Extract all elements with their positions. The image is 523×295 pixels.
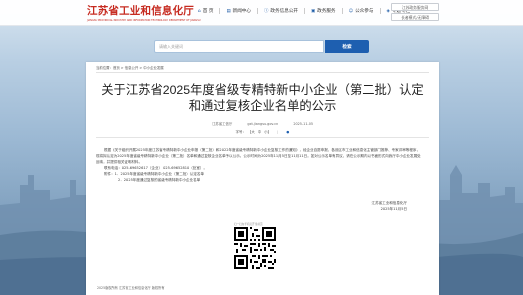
footer-copyright: 2025版权所有 江苏省工业和信息化厅 版权所有 <box>97 286 165 290</box>
signature-block: 江苏省工业和信息化厅 2025年11月5日 <box>372 200 407 212</box>
nav-item-news[interactable]: ▤ 新闻中心 <box>226 8 251 15</box>
nav-item-home[interactable]: ⌂ 首 页 <box>198 8 214 15</box>
search-button[interactable]: 检索 <box>325 40 369 53</box>
font-row-separator: | <box>277 130 279 134</box>
header-buttons: 江苏政务服务网 长者模式/无障碍 <box>391 3 439 23</box>
font-size-label: 字号： <box>235 130 246 134</box>
article-body: 根据《关于组织开展2025年度江苏省专精特新中小企业申报（第二批）和2022年度… <box>96 147 423 184</box>
people-icon: ☺ <box>348 8 354 14</box>
meta-divider <box>96 137 429 138</box>
article-title: 关于江苏省2025年度省级专精特新中小企业（第二批）认定和通过复核企业名单的公示 <box>101 83 424 113</box>
info-icon: ⓘ <box>264 9 269 14</box>
news-icon: ▤ <box>226 8 231 14</box>
article-email: gxt.jiangsu.gov.cn <box>247 122 279 126</box>
main-nav: ⌂ 首 页 ▤ 新闻中心 ⓘ 政务信息公开 ▣ 政务服务 ☺ 公众参与 ◈ 专题… <box>198 8 410 14</box>
nav-divider <box>257 8 258 14</box>
logo-title: 江苏省工业和信息化厅 <box>87 5 194 17</box>
nav-item-info[interactable]: ⓘ 政务信息公开 <box>264 8 298 14</box>
breadcrumb-path[interactable]: 首页 > 信息公开 > 中小企业发展 <box>113 66 164 70</box>
nav-divider <box>303 8 305 14</box>
nav-item-service[interactable]: ▣ 政务服务 <box>310 8 336 15</box>
nav-label: 政务信息公开 <box>270 9 298 14</box>
nav-item-participation[interactable]: ☺ 公众参与 <box>348 8 374 15</box>
qr-caption: 扫一扫在手机打开当前页 <box>234 223 263 226</box>
logo-subtitle: JIANGSU PROVINCIAL INDUSTRY AND INFORMAT… <box>87 19 201 22</box>
share-icon[interactable]: ● <box>286 130 289 134</box>
site-logo[interactable]: 江苏省工业和信息化厅 JIANGSU PROVINCIAL INDUSTRY A… <box>87 3 207 22</box>
font-size-medium[interactable]: 中 <box>258 129 261 134</box>
font-size-switcher: 字号： 【大 中 小】 | ● <box>86 129 439 134</box>
body-paragraph: 根据《关于组织开展2025年度江苏省专精特新中小企业申报（第二批）和2022年度… <box>96 148 421 165</box>
gov-service-button[interactable]: 江苏政务服务网 <box>391 3 439 11</box>
breadcrumb: 当前位置：首页 > 信息公开 > 中小企业发展 <box>96 65 164 70</box>
service-icon: ▣ <box>310 8 316 14</box>
topic-icon: ◈ <box>386 8 390 14</box>
nav-label: 新闻中心 <box>232 9 251 14</box>
home-icon: ⌂ <box>198 8 201 14</box>
font-size-small[interactable]: 小】 <box>264 129 271 134</box>
nav-label: 公众参与 <box>355 9 374 14</box>
article-card: 当前位置：首页 > 信息公开 > 中小企业发展 关于江苏省2025年度省级专精特… <box>86 62 439 295</box>
nav-label: 首 页 <box>202 9 214 14</box>
article-date: 2025-11-05 <box>293 122 314 126</box>
signature-date: 2025年11月5日 <box>380 207 407 211</box>
breadcrumb-prefix: 当前位置： <box>96 66 113 70</box>
article-source: 江苏省工信厅 <box>211 122 233 126</box>
nav-divider <box>341 8 343 14</box>
article-meta: 江苏省工信厅 gxt.jiangsu.gov.cn 2025-11-05 <box>86 121 439 126</box>
site-header: 江苏省工业和信息化厅 JIANGSU PROVINCIAL INDUSTRY A… <box>0 0 523 26</box>
search-input[interactable] <box>154 40 324 53</box>
search-bar: 检索 <box>154 40 369 53</box>
nav-divider <box>379 8 381 14</box>
nav-divider <box>219 8 221 14</box>
breadcrumb-divider <box>96 72 429 73</box>
nav-label: 政务服务 <box>317 9 336 14</box>
font-size-large[interactable]: 【大 <box>248 129 255 134</box>
accessibility-button[interactable]: 长者模式/无障碍 <box>391 13 439 21</box>
qr-code-icon <box>234 227 276 269</box>
attachment-link[interactable]: 2．2025年度通过复核的省级专精特新中小企业名单 <box>96 177 423 183</box>
